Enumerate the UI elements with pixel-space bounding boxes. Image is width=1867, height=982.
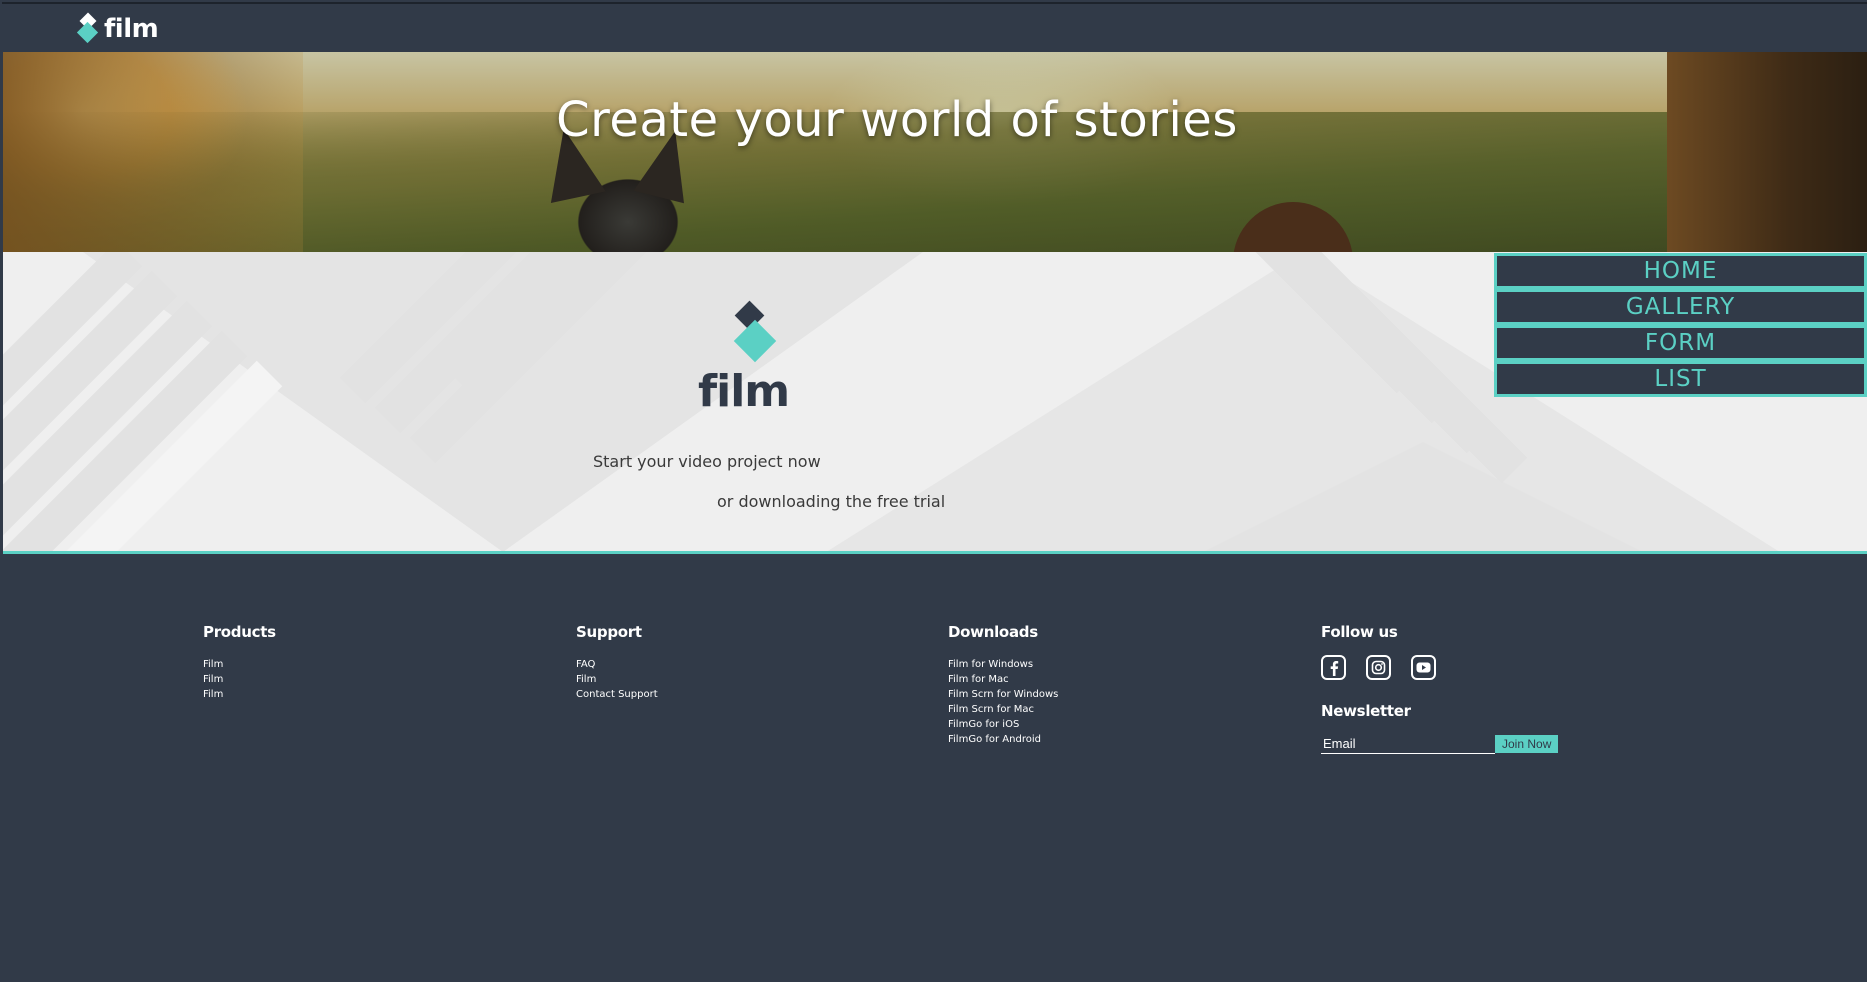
newsletter-email-input[interactable] [1321,734,1495,754]
footer-support: Support FAQ Film Contact Support [576,623,658,702]
social-links [1321,655,1558,680]
nav-list-button[interactable]: LIST [1497,364,1864,394]
side-nav: HOME GALLERY FORM LIST [1494,253,1867,397]
hero-banner: Create your world of stories [3,52,1867,252]
top-bar: film [2,2,1867,52]
nav-gallery-button[interactable]: GALLERY [1497,292,1864,322]
download-link[interactable]: Film Scrn for Windows [948,687,1058,702]
support-heading: Support [576,623,642,641]
downloads-heading: Downloads [948,623,1038,641]
download-link[interactable]: FilmGo for iOS [948,717,1058,732]
support-film-link[interactable]: Film [576,672,658,687]
newsletter-form: Join Now [1321,734,1559,754]
footer-downloads: Downloads Film for Windows Film for Mac … [948,623,1058,747]
download-link[interactable]: Film for Mac [948,672,1058,687]
footer-products: Products Film Film Film [203,623,276,702]
download-link[interactable]: FilmGo for Android [948,732,1058,747]
faq-link[interactable]: FAQ [576,657,658,672]
join-now-button[interactable]: Join Now [1495,735,1559,753]
hero-title: Create your world of stories [556,92,1238,148]
products-heading: Products [203,623,276,641]
contact-support-link[interactable]: Contact Support [576,687,658,702]
tagline-line2: or downloading the free trial [717,492,946,511]
film-logo-icon [76,12,102,44]
download-link[interactable]: Film for Windows [948,657,1058,672]
instagram-icon[interactable] [1366,655,1391,680]
footer: Products Film Film Film Support FAQ Film… [3,557,1867,982]
newsletter-heading: Newsletter [1321,702,1411,720]
products-link[interactable]: Film [203,672,276,687]
facebook-icon[interactable] [1321,655,1346,680]
film-logo-icon [730,300,780,364]
center-logo: film [698,300,818,417]
center-logo-text: film [698,366,790,417]
header-logo-text: film [104,14,159,44]
download-link[interactable]: Film Scrn for Mac [948,702,1058,717]
products-link[interactable]: Film [203,657,276,672]
nav-form-button[interactable]: FORM [1497,328,1864,358]
tagline-line1: Start your video project now [593,452,821,471]
follow-heading: Follow us [1321,623,1398,641]
header-logo[interactable]: film [76,12,159,44]
products-link[interactable]: Film [203,687,276,702]
footer-follow: Follow us Newsletter Email Join Now [1321,623,1559,754]
nav-home-button[interactable]: HOME [1497,256,1864,286]
youtube-icon[interactable] [1411,655,1436,680]
